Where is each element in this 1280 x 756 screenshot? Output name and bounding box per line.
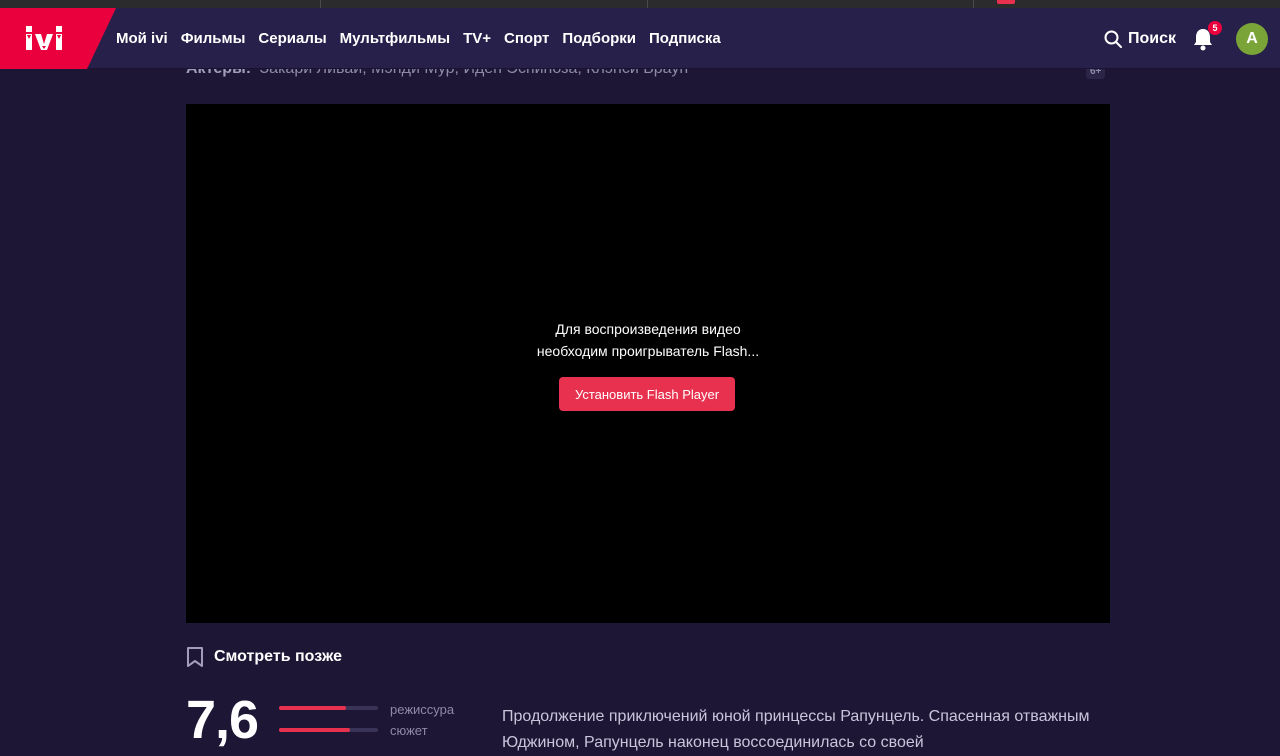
header-actions: Поиск 5 A — [1104, 8, 1268, 69]
nav-item-movies[interactable]: Фильмы — [181, 30, 246, 47]
notifications-button[interactable]: 5 — [1192, 20, 1222, 51]
search-icon — [1104, 30, 1122, 48]
rating-label-directing: режиссура — [390, 702, 455, 717]
nav-item-series[interactable]: Сериалы — [258, 30, 326, 47]
rating-bar-directing — [279, 706, 378, 710]
movie-description: Продолжение приключений юной принцессы Р… — [502, 708, 1090, 751]
search-label: Поиск — [1127, 29, 1176, 47]
nav-item-subscription[interactable]: Подписка — [649, 30, 721, 47]
rating-value: 7,6 — [186, 690, 259, 750]
search-button[interactable]: Поиск — [1104, 30, 1176, 48]
watch-later-label: Смотреть позже — [214, 648, 342, 665]
site-header: Мой ivi Фильмы Сериалы Мультфильмы TV+ С… — [0, 8, 1280, 69]
player-message-line: Для воспроизведения видео — [555, 321, 741, 337]
avatar[interactable]: A — [1236, 22, 1268, 55]
nav-item-cartoons[interactable]: Мультфильмы — [340, 30, 450, 47]
active-tab-indicator — [997, 0, 1015, 4]
browser-tab-strip — [0, 0, 1280, 8]
nav-item-my-ivi[interactable]: Мой ivi — [116, 30, 168, 47]
bookmark-icon — [187, 647, 203, 667]
tab-separator — [973, 0, 974, 8]
ivi-logo[interactable] — [0, 8, 116, 69]
install-flash-button[interactable]: Установить Flash Player — [559, 377, 735, 411]
tab-separator — [647, 0, 648, 8]
nav-item-collections[interactable]: Подборки — [562, 30, 636, 47]
main-nav: Мой ivi Фильмы Сериалы Мультфильмы TV+ С… — [116, 8, 734, 69]
video-player[interactable]: Для воспроизведения видео необходим прои… — [186, 104, 1110, 623]
nav-item-tv[interactable]: TV+ — [463, 30, 491, 47]
watch-later-button[interactable]: Смотреть позже — [186, 646, 342, 668]
tab-separator — [320, 0, 321, 8]
rating-label-plot: сюжет — [390, 723, 428, 738]
player-message-line: необходим проигрыватель Flash... — [536, 343, 760, 359]
ivi-logo-icon — [26, 26, 62, 50]
nav-item-sport[interactable]: Спорт — [504, 30, 549, 47]
rating-bar-plot — [279, 728, 378, 732]
notification-badge: 5 — [1208, 20, 1222, 35]
flash-required-message: Для воспроизведения видео необходим прои… — [186, 318, 1110, 362]
rating-bar-fill — [279, 706, 347, 710]
rating-bar-fill — [279, 728, 351, 732]
